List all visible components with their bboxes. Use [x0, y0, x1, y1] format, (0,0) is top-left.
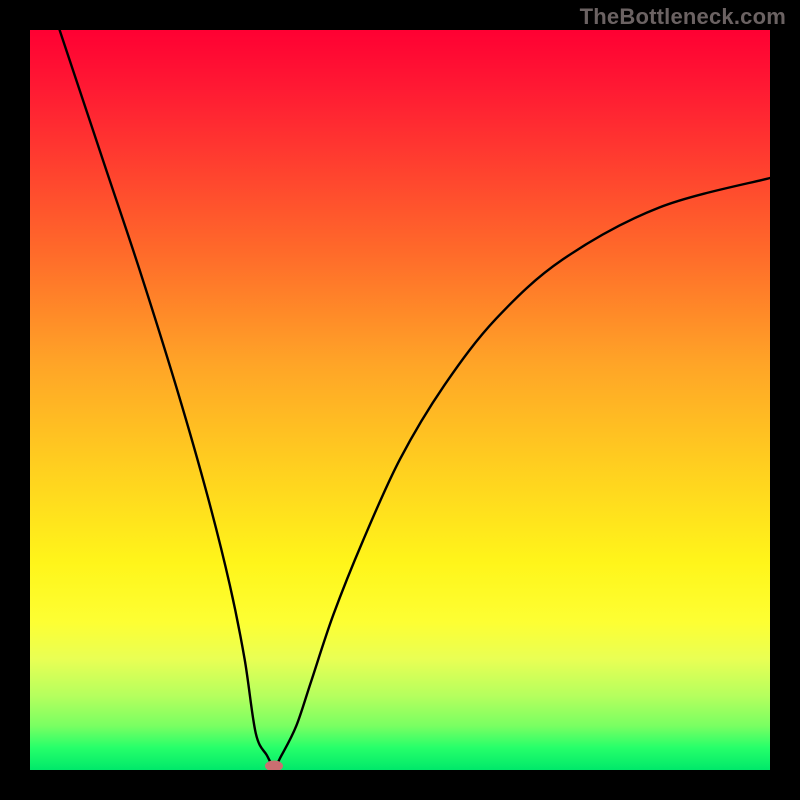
bottleneck-curve — [30, 30, 770, 770]
chart-frame: TheBottleneck.com — [0, 0, 800, 800]
optimum-marker — [265, 761, 283, 770]
attribution-text: TheBottleneck.com — [580, 4, 786, 30]
plot-area — [30, 30, 770, 770]
